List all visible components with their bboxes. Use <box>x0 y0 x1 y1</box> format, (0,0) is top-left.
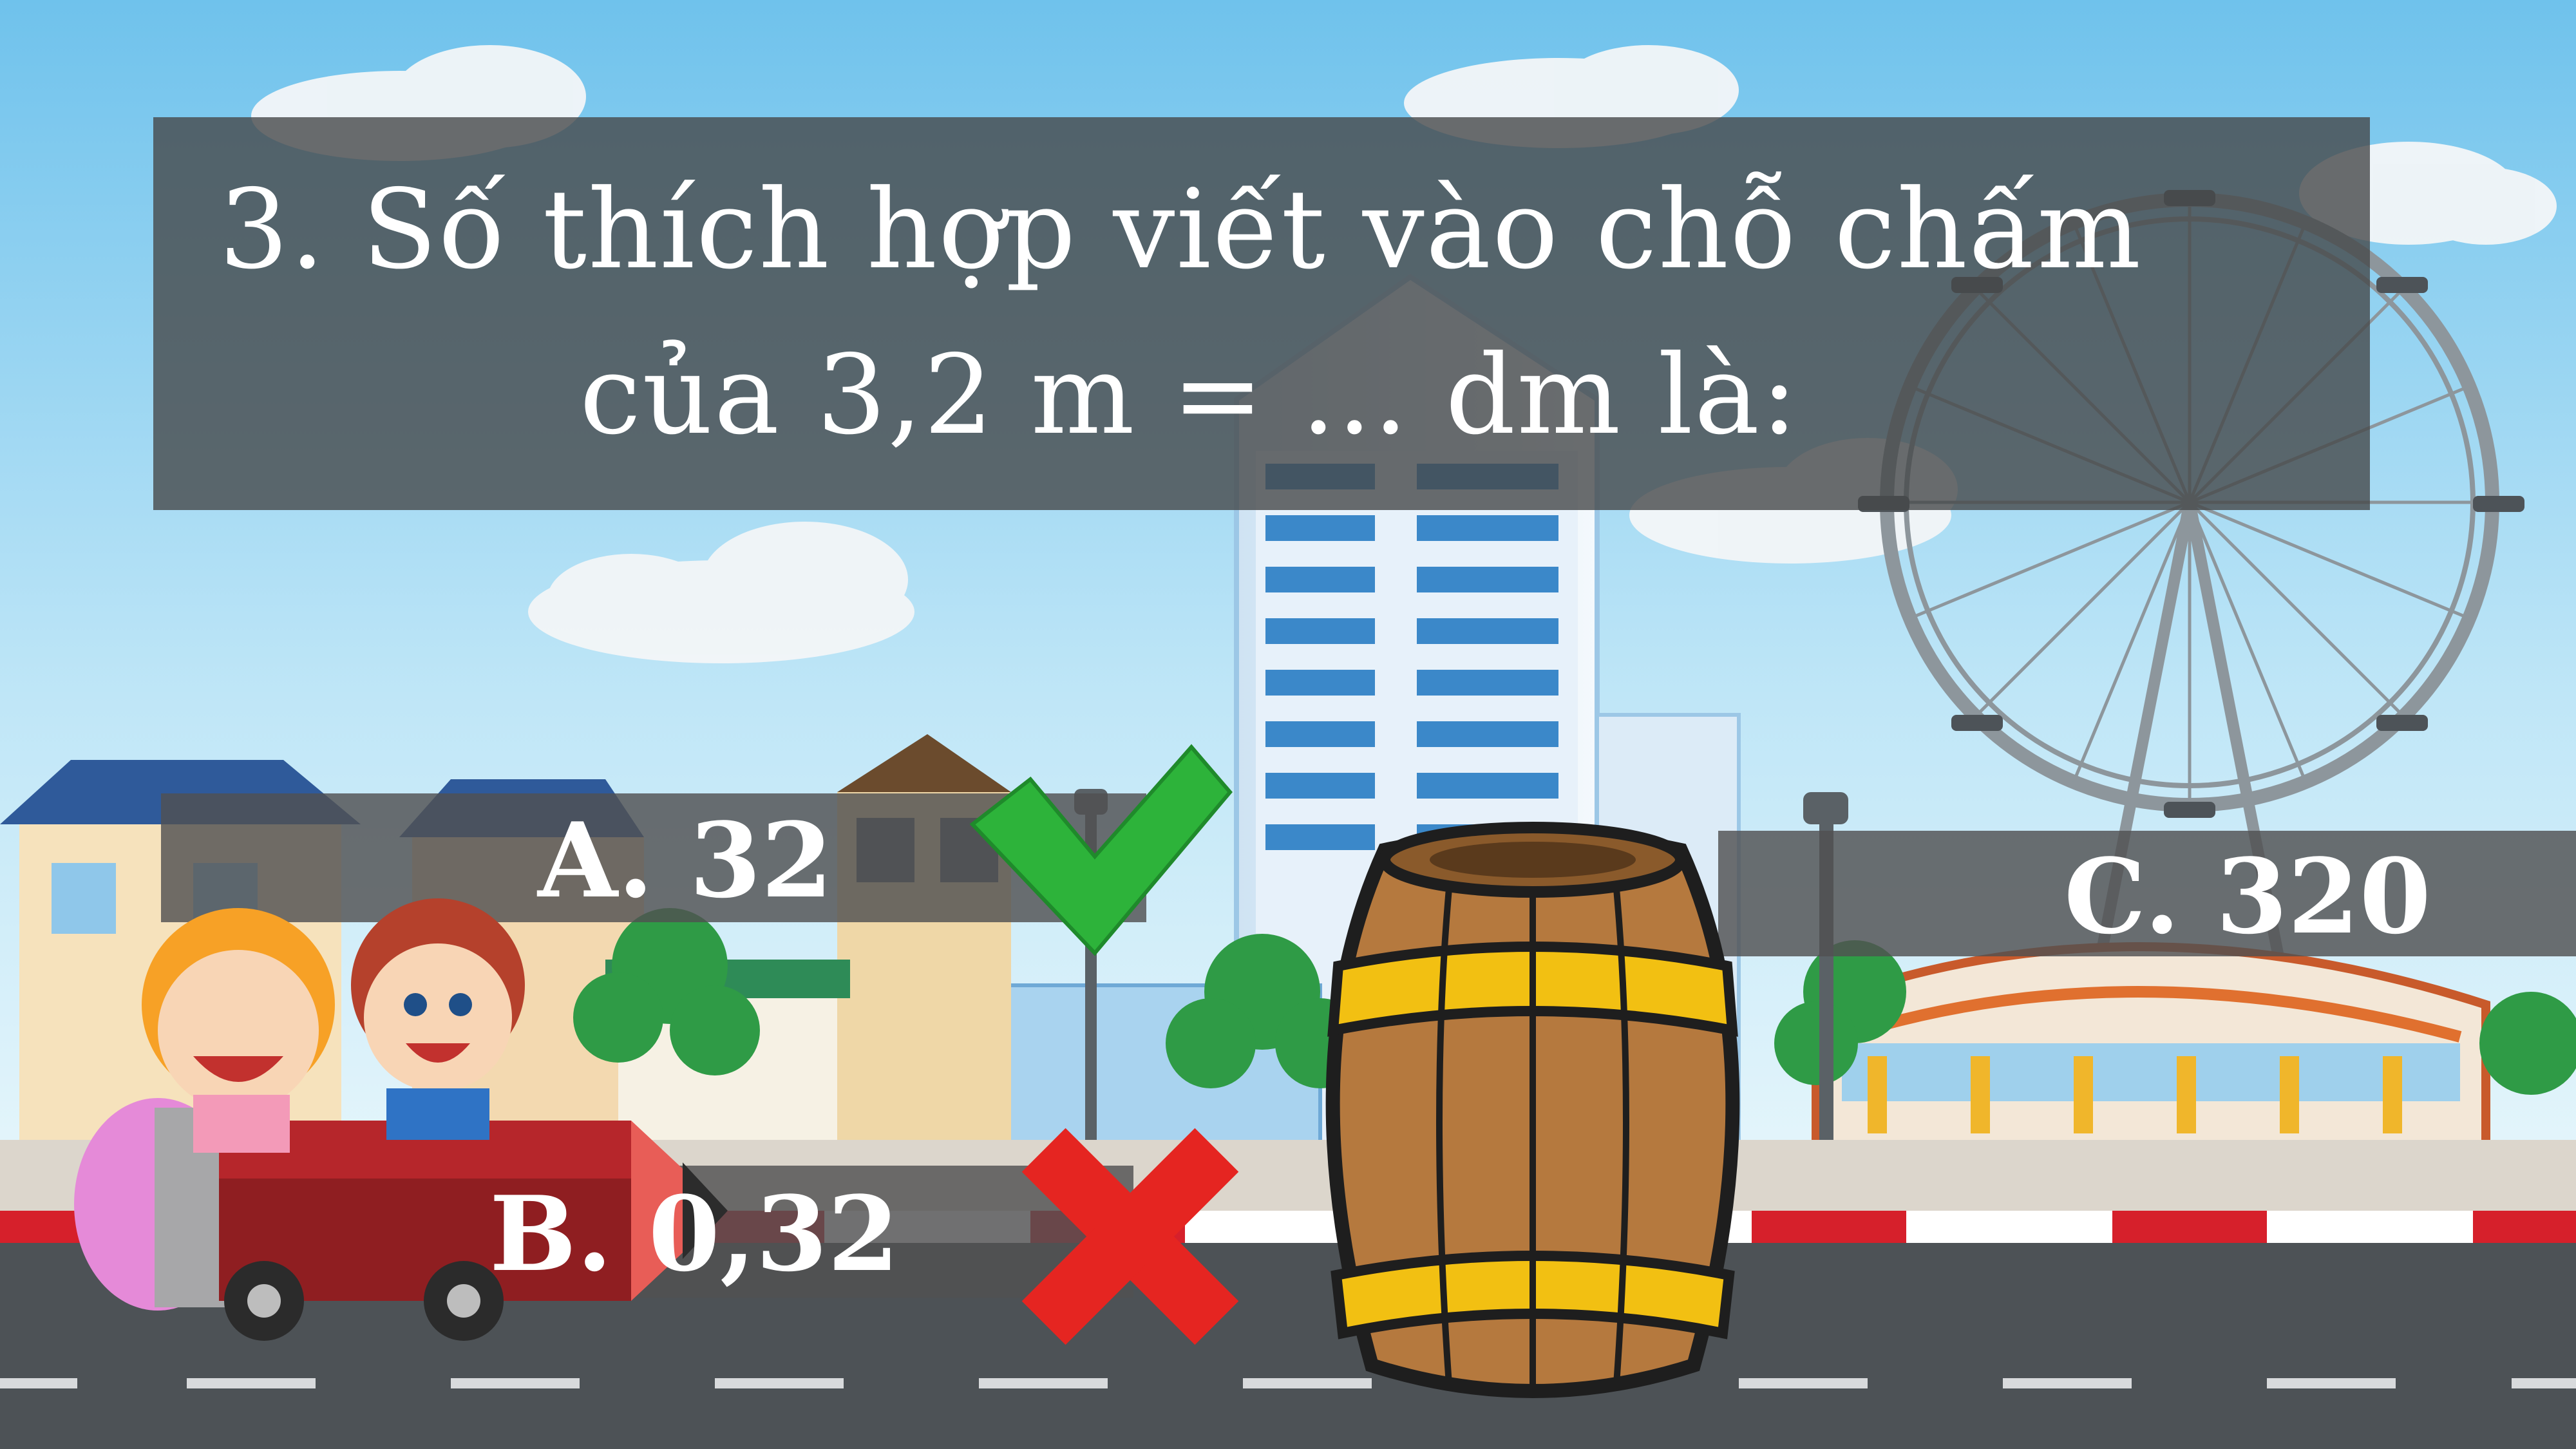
dome-building <box>1812 942 2490 1151</box>
answer-c[interactable]: C. 320 <box>2064 836 2431 957</box>
question-line-2: của 3,2 m = ... dm là: <box>580 332 1799 459</box>
answer-a[interactable]: A. 32 <box>538 800 833 921</box>
answer-b[interactable]: B. 0,32 <box>489 1173 899 1294</box>
question-line-1: 3. Số thích hợp viết vào chỗ chấm <box>219 166 2143 294</box>
